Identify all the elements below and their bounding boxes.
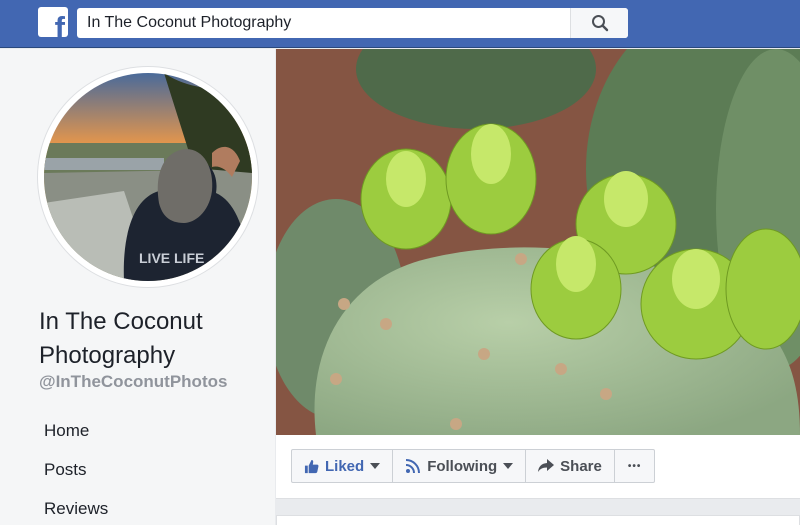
profile-picture[interactable]: LIVE LIFE xyxy=(38,67,258,287)
svg-text:LIVE LIFE: LIVE LIFE xyxy=(139,250,204,266)
caret-down-icon xyxy=(370,463,381,469)
profile-photo: LIVE LIFE xyxy=(44,73,252,281)
cover-photo[interactable] xyxy=(276,49,800,435)
page-title-line1: In The Coconut xyxy=(39,308,203,335)
left-sidebar: LIVE LIFE In The Coconut Photography @In… xyxy=(0,49,275,525)
action-button-group: Liked Following Share ••• xyxy=(291,449,656,483)
caret-down-icon xyxy=(503,463,514,469)
nav-item-reviews[interactable]: Reviews xyxy=(0,489,275,525)
more-icon: ••• xyxy=(627,460,642,472)
search-box xyxy=(77,8,628,38)
following-label: Following xyxy=(427,457,498,475)
following-button[interactable]: Following xyxy=(392,449,527,483)
search-input[interactable] xyxy=(77,8,570,38)
more-options-button[interactable]: ••• xyxy=(613,449,656,483)
liked-button[interactable]: Liked xyxy=(291,449,394,483)
page-username[interactable]: @InTheCoconutPhotos xyxy=(39,372,227,392)
facebook-logo-icon[interactable]: f xyxy=(38,7,68,37)
page-nav: Home Posts Reviews xyxy=(0,411,275,525)
rss-icon xyxy=(405,458,421,474)
profile-photo-image: LIVE LIFE xyxy=(44,73,252,281)
next-card-edge xyxy=(276,515,800,525)
page-title-line2: Photography xyxy=(39,342,176,369)
nav-item-posts[interactable]: Posts xyxy=(0,450,275,489)
top-bar: f xyxy=(0,0,800,48)
share-label: Share xyxy=(560,457,602,475)
search-icon xyxy=(591,15,608,32)
share-button[interactable]: Share xyxy=(525,449,615,483)
nav-item-home[interactable]: Home xyxy=(0,411,275,450)
share-arrow-icon xyxy=(538,459,555,473)
search-button[interactable] xyxy=(570,8,628,38)
page-action-bar: Liked Following Share ••• xyxy=(276,435,800,499)
cover-photo-image xyxy=(276,49,800,435)
thumbs-up-icon xyxy=(304,459,319,474)
page-title: In The Coconut Photography xyxy=(39,305,269,373)
liked-label: Liked xyxy=(325,457,365,475)
